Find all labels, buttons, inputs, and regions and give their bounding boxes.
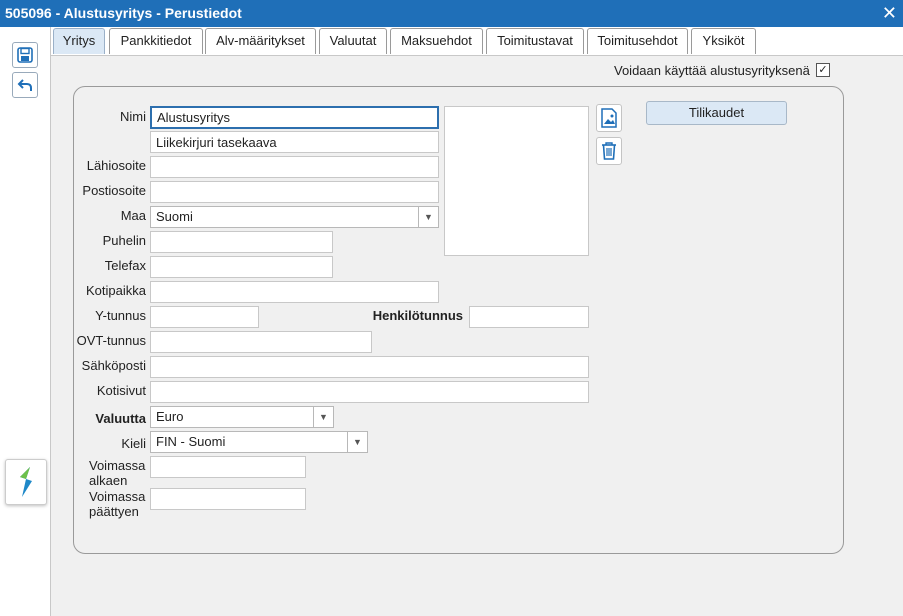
save-button[interactable] bbox=[12, 42, 38, 68]
title-bar: 505096 - Alustusyritys - Perustiedot ✕ bbox=[0, 0, 903, 27]
undo-icon bbox=[17, 79, 32, 91]
left-toolbar bbox=[0, 27, 51, 616]
template-company-label: Voidaan käyttää alustusyrityksenä bbox=[614, 63, 810, 78]
delete-image-button[interactable] bbox=[596, 137, 622, 165]
ovt-label: OVT-tunnus bbox=[76, 333, 146, 348]
website-input[interactable] bbox=[150, 381, 589, 403]
tab-yritys[interactable]: Yritys bbox=[53, 28, 105, 54]
tab-bar: Yritys Pankkitiedot Alv-määritykset Valu… bbox=[51, 27, 903, 55]
name-extra-input[interactable] bbox=[150, 131, 439, 153]
trash-icon bbox=[602, 142, 616, 160]
currency-value: Euro bbox=[156, 409, 184, 424]
domicile-input[interactable] bbox=[150, 281, 439, 303]
fiscal-periods-button[interactable]: Tilikaudet bbox=[646, 101, 787, 125]
tab-valuutat[interactable]: Valuutat bbox=[319, 28, 387, 54]
fax-label: Telefax bbox=[104, 258, 146, 273]
undo-button[interactable] bbox=[12, 72, 38, 98]
phone-input[interactable] bbox=[150, 231, 333, 253]
tab-yksikot[interactable]: Yksiköt bbox=[691, 28, 756, 54]
street-label: Lähiosoite bbox=[86, 158, 146, 173]
postal-label: Postiosoite bbox=[82, 183, 146, 198]
tab-maksuehdot[interactable]: Maksuehdot bbox=[390, 28, 483, 54]
chevron-down-icon[interactable]: ▼ bbox=[313, 407, 333, 427]
language-value: FIN - Suomi bbox=[156, 434, 226, 449]
domicile-label: Kotipaikka bbox=[86, 283, 146, 298]
template-company-checkbox[interactable]: ✓ bbox=[816, 63, 830, 77]
valid-to-label-line1: Voimassa bbox=[89, 489, 146, 504]
name-input[interactable] bbox=[150, 106, 439, 129]
website-label: Kotisivut bbox=[96, 383, 146, 398]
business-id-label: Y-tunnus bbox=[95, 308, 146, 323]
app-logo-button[interactable] bbox=[5, 459, 47, 505]
fax-input[interactable] bbox=[150, 256, 333, 278]
tab-toimitustavat[interactable]: Toimitustavat bbox=[486, 28, 584, 54]
currency-label: Valuutta bbox=[95, 411, 146, 426]
valid-to-label: Voimassa päättyen bbox=[89, 489, 145, 519]
postal-input[interactable] bbox=[150, 181, 439, 203]
valid-to-label-line2: päättyen bbox=[89, 504, 139, 519]
country-select[interactable]: Suomi ▼ bbox=[150, 206, 439, 228]
close-icon[interactable]: ✕ bbox=[882, 3, 897, 23]
personal-id-label: Henkilötunnus bbox=[372, 308, 463, 323]
email-input[interactable] bbox=[150, 356, 589, 378]
company-logo-box[interactable] bbox=[444, 106, 589, 256]
window-title: 505096 - Alustusyritys - Perustiedot bbox=[5, 5, 242, 21]
valid-from-label-line2: alkaen bbox=[89, 473, 128, 488]
street-input[interactable] bbox=[150, 156, 439, 178]
country-value: Suomi bbox=[156, 209, 193, 224]
valid-from-input[interactable] bbox=[150, 456, 306, 478]
email-label: Sähköposti bbox=[81, 358, 146, 373]
tab-pankkitiedot[interactable]: Pankkitiedot bbox=[109, 28, 203, 54]
business-id-input[interactable] bbox=[150, 306, 259, 328]
chevron-down-icon[interactable]: ▼ bbox=[418, 207, 438, 227]
chevron-down-icon[interactable]: ▼ bbox=[347, 432, 367, 452]
add-image-button[interactable] bbox=[596, 104, 622, 132]
country-label: Maa bbox=[120, 208, 146, 223]
save-icon bbox=[17, 47, 33, 63]
language-label: Kieli bbox=[121, 436, 146, 451]
valid-to-input[interactable] bbox=[150, 488, 306, 510]
personal-id-input[interactable] bbox=[469, 306, 589, 328]
phone-label: Puhelin bbox=[102, 233, 146, 248]
ovt-input[interactable] bbox=[150, 331, 372, 353]
tab-alv-maaritykset[interactable]: Alv-määritykset bbox=[205, 28, 316, 54]
app-logo-icon bbox=[20, 467, 32, 497]
name-label: Nimi bbox=[120, 109, 146, 124]
language-select[interactable]: FIN - Suomi ▼ bbox=[150, 431, 368, 453]
tab-toimitusehdot[interactable]: Toimitusehdot bbox=[587, 28, 688, 54]
valid-from-label: Voimassa alkaen bbox=[89, 458, 145, 488]
valid-from-label-line1: Voimassa bbox=[89, 458, 146, 473]
image-icon bbox=[601, 108, 617, 128]
currency-select[interactable]: Euro ▼ bbox=[150, 406, 334, 428]
